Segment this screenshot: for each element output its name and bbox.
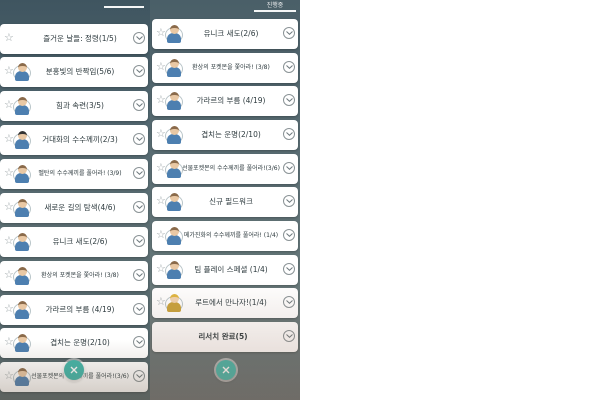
- chevron-down-icon[interactable]: [133, 133, 145, 145]
- research-item[interactable]: ☆ 겹치는 운명(2/10): [152, 120, 298, 150]
- research-item[interactable]: ☆ 거대화의 수수께끼(2/3): [0, 125, 148, 155]
- research-item-label: 거대화의 수수께끼(2/3): [42, 135, 118, 144]
- research-item[interactable]: ☆ 가라르의 부름 (4/19): [0, 295, 148, 325]
- research-item[interactable]: ☆ 겹치는 운명(2/10): [0, 328, 148, 358]
- research-item-label: 가라르의 부름 (4/19): [196, 96, 266, 105]
- research-item-label: 겹치는 운명(2/10): [201, 130, 261, 139]
- research-tabbar: [0, 0, 150, 14]
- chevron-down-icon[interactable]: [283, 162, 295, 174]
- chevron-down-icon[interactable]: [283, 128, 295, 140]
- active-tab-indicator: [254, 10, 296, 12]
- professor-avatar-icon: [165, 227, 183, 245]
- chevron-down-icon[interactable]: [133, 235, 145, 247]
- research-list-panel-left: ☆ 즐거운 날들: 정령(1/5) ☆ 분홍빛의 반짝임(5/6) ☆ 힘과 속…: [0, 0, 150, 400]
- professor-avatar-icon: [165, 193, 183, 211]
- research-item-label: 유니크 새도(2/6): [203, 29, 259, 38]
- professor-avatar-icon: [13, 301, 31, 319]
- research-item-label: 신규 필드워크: [209, 197, 253, 206]
- research-list-panel-right: 진행중 ☆ 유니크 새도(2/6) ☆ 환상의 포켓몬을 쫓아라! (3/8) …: [150, 0, 300, 400]
- trainer-avatar-icon: [165, 294, 183, 312]
- professor-avatar-icon: [13, 199, 31, 217]
- research-item[interactable]: ☆ 환상의 포켓몬을 쫓아라! (3/8): [152, 53, 298, 83]
- chevron-down-icon[interactable]: [283, 229, 295, 241]
- research-item-label: 멜탄의 수수께끼를 풀어라! (3/9): [38, 170, 122, 177]
- chevron-down-icon[interactable]: [133, 303, 145, 315]
- professor-avatar-icon: [13, 267, 31, 285]
- research-item-label: 환상의 포켓몬을 쫓아라! (3/8): [192, 64, 270, 71]
- professor-avatar-icon: [165, 160, 183, 178]
- research-tabbar: 진행중: [150, 0, 300, 14]
- close-button[interactable]: [216, 360, 236, 380]
- research-item-label: 환상의 포켓몬을 쫓아라! (3/8): [41, 272, 119, 279]
- research-item[interactable]: ☆ 분홍빛의 반짝임(5/6): [0, 57, 148, 87]
- chevron-down-icon[interactable]: [133, 99, 145, 111]
- research-item[interactable]: ☆ 메가진화의 수수께끼를 풀어라! (1/4): [152, 221, 298, 251]
- research-item-label: 팀 플레이 스페셜 (1/4): [194, 265, 268, 274]
- active-tab-indicator: [104, 6, 144, 8]
- professor-avatar-icon: [13, 368, 31, 386]
- research-item[interactable]: ☆ 루트에서 만나자!(1/4): [152, 288, 298, 318]
- chevron-down-icon[interactable]: [133, 167, 145, 179]
- research-item[interactable]: ☆ 새로운 길의 탐색(4/6): [0, 193, 148, 223]
- chevron-down-icon[interactable]: [283, 61, 295, 73]
- chevron-down-icon[interactable]: [283, 27, 295, 39]
- professor-avatar-icon: [165, 126, 183, 144]
- close-icon: [70, 366, 78, 374]
- chevron-down-icon[interactable]: [133, 65, 145, 77]
- professor-avatar-icon: [165, 59, 183, 77]
- research-item[interactable]: ☆ 유니크 새도(2/6): [0, 227, 148, 257]
- research-item-label: 메가진화의 수수께끼를 풀어라! (1/4): [183, 232, 279, 239]
- research-item[interactable]: ☆ 가라르의 부름 (4/19): [152, 86, 298, 116]
- professor-avatar-icon: [165, 92, 183, 110]
- chevron-down-icon[interactable]: [133, 32, 145, 44]
- research-item-label: 선물포켓몬의 수수께끼를 풀어라!(3/6): [182, 165, 280, 172]
- research-complete-item[interactable]: 리서치 완료(5): [152, 322, 298, 352]
- professor-avatar-icon: [13, 131, 31, 149]
- professor-avatar-icon: [13, 334, 31, 352]
- research-item-label: 가라르의 부름 (4/19): [45, 305, 115, 314]
- research-item-label: 유니크 새도(2/6): [52, 237, 108, 246]
- research-item[interactable]: ☆ 유니크 새도(2/6): [152, 19, 298, 49]
- star-outline-icon[interactable]: ☆: [4, 32, 15, 43]
- professor-avatar-icon: [165, 25, 183, 43]
- professor-avatar-icon: [13, 233, 31, 251]
- chevron-down-icon[interactable]: [133, 370, 145, 382]
- close-icon: [222, 366, 230, 374]
- research-item[interactable]: ☆ 멜탄의 수수께끼를 풀어라! (3/9): [0, 159, 148, 189]
- research-item-label: 즐거운 날들: 정령(1/5): [43, 34, 117, 43]
- close-button[interactable]: [64, 360, 84, 380]
- research-item[interactable]: ☆ 선물포켓몬의 수수께끼를 풀어라!(3/6): [152, 154, 298, 184]
- research-complete-label: 리서치 완료(5): [198, 332, 248, 341]
- research-item[interactable]: ☆ 팀 플레이 스페셜 (1/4): [152, 255, 298, 285]
- research-item-label: 힘과 속련(3/5): [56, 101, 104, 110]
- research-item-label: 겹치는 운명(2/10): [50, 338, 110, 347]
- chevron-down-icon[interactable]: [133, 269, 145, 281]
- professor-avatar-icon: [13, 63, 31, 81]
- chevron-down-icon[interactable]: [133, 336, 145, 348]
- chevron-down-icon[interactable]: [283, 263, 295, 275]
- research-item-label: 분홍빛의 반짝임(5/6): [45, 67, 115, 76]
- chevron-down-icon[interactable]: [283, 330, 295, 342]
- research-item-label: 새로운 길의 탐색(4/6): [44, 203, 116, 212]
- professor-avatar-icon: [13, 165, 31, 183]
- research-item[interactable]: ☆ 힘과 속련(3/5): [0, 91, 148, 121]
- research-item[interactable]: ☆ 즐거운 날들: 정령(1/5): [0, 24, 148, 54]
- professor-avatar-icon: [13, 97, 31, 115]
- chevron-down-icon[interactable]: [283, 296, 295, 308]
- research-item[interactable]: ☆ 환상의 포켓몬을 쫓아라! (3/8): [0, 261, 148, 291]
- professor-avatar-icon: [165, 261, 183, 279]
- chevron-down-icon[interactable]: [283, 195, 295, 207]
- research-item-label: 루트에서 만나자!(1/4): [195, 298, 267, 307]
- research-item[interactable]: ☆ 신규 필드워크: [152, 187, 298, 217]
- chevron-down-icon[interactable]: [133, 201, 145, 213]
- chevron-down-icon[interactable]: [283, 94, 295, 106]
